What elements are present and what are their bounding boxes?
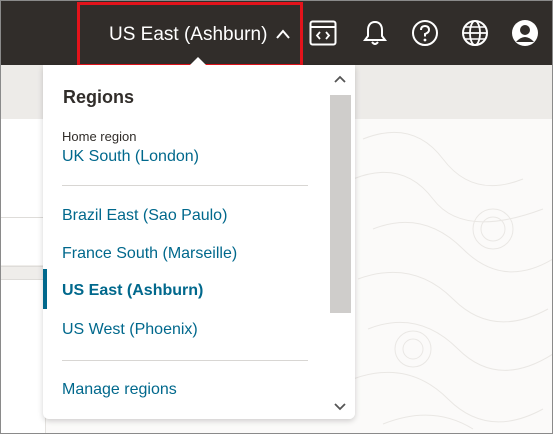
top-header-bar: US East (Ashburn): [1, 1, 552, 67]
globe-icon[interactable]: [460, 18, 490, 48]
bell-icon[interactable]: [360, 18, 390, 48]
dropdown-title: Regions: [63, 87, 135, 107]
divider: [62, 185, 308, 186]
background-texture: [353, 131, 552, 430]
dropdown-pointer: [189, 57, 207, 66]
region-selector-label: US East (Ashburn): [109, 23, 268, 45]
chevron-up-icon: [276, 28, 291, 39]
region-item-us-east[interactable]: US East (Ashburn): [62, 282, 203, 300]
app-frame: US East (Ashburn) Regions Home region UK…: [0, 0, 553, 434]
active-region-indicator: [43, 269, 47, 309]
regions-dropdown: Regions Home region UK South (London) Br…: [43, 57, 355, 419]
home-region-label: Home region: [62, 129, 137, 144]
code-console-icon[interactable]: [308, 18, 338, 48]
home-region-link[interactable]: UK South (London): [62, 148, 199, 166]
content-panel: [1, 119, 46, 433]
scroll-up-icon[interactable]: [333, 73, 347, 85]
scroll-down-icon[interactable]: [333, 401, 347, 413]
region-item-brazil-east[interactable]: Brazil East (Sao Paulo): [62, 207, 227, 225]
region-item-france-south[interactable]: France South (Marseille): [62, 245, 237, 263]
manage-regions-link[interactable]: Manage regions: [62, 381, 177, 399]
scrollbar-thumb[interactable]: [330, 95, 351, 313]
region-item-us-west[interactable]: US West (Phoenix): [62, 321, 198, 339]
divider: [62, 360, 308, 361]
user-avatar-icon[interactable]: [510, 18, 540, 48]
help-icon[interactable]: [410, 18, 440, 48]
